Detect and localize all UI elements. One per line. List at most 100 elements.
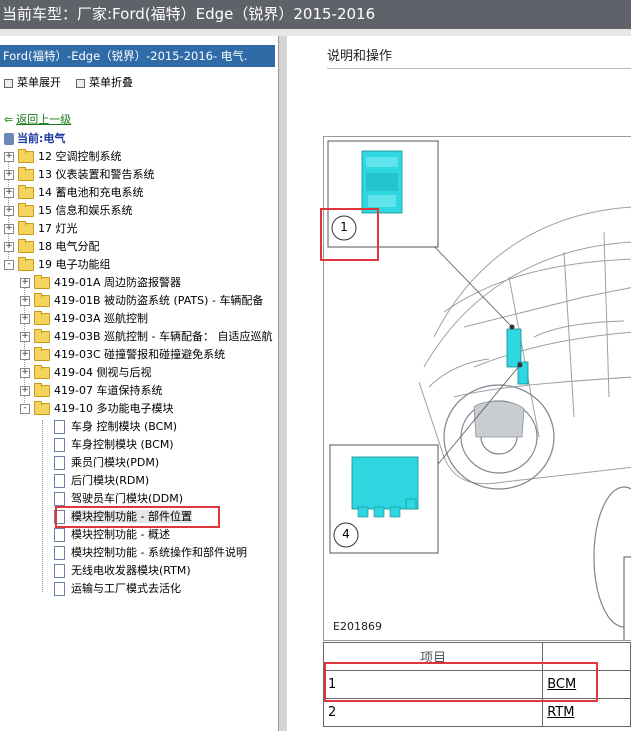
expand-icon[interactable]: + xyxy=(4,170,14,180)
tree-node-label: 419-03A 巡航控制 xyxy=(54,312,148,325)
tree-doc-label: 驾驶员车门模块(DDM) xyxy=(71,492,184,505)
tree-node-label: 18 电气分配 xyxy=(38,240,100,253)
highlight-box xyxy=(55,506,220,528)
expand-icon[interactable]: + xyxy=(4,188,14,198)
tree-node-17[interactable]: +17 灯光 xyxy=(4,220,78,238)
tree-node-label: 13 仪表装置和警告系统 xyxy=(38,168,155,181)
tree-doc-label: 模块控制功能 - 概述 xyxy=(71,528,170,541)
tree-node-419-07[interactable]: +419-07 车道保持系统 xyxy=(20,382,162,400)
tree-doc-bcm-2[interactable]: 车身控制模块 (BCM) xyxy=(54,436,174,454)
tree-node-19[interactable]: - 19 电子功能组 xyxy=(4,256,111,274)
expand-icon[interactable]: + xyxy=(20,368,30,378)
expand-icon[interactable]: + xyxy=(4,224,14,234)
tree-doc-label: 车身控制模块 (BCM) xyxy=(71,438,174,451)
tree-node-419-03b[interactable]: +419-03B 巡航控制 - 车辆配备： 自适应巡航 xyxy=(20,328,272,346)
tree-node-13[interactable]: +13 仪表装置和警告系统 xyxy=(4,166,155,184)
folder-icon xyxy=(34,365,50,379)
menu-expand-button[interactable]: 菜单展开 xyxy=(4,74,61,90)
figure-id: E201869 xyxy=(333,620,382,633)
folder-icon xyxy=(34,383,50,397)
highlight-box-row xyxy=(324,662,598,702)
expand-icon[interactable]: + xyxy=(20,386,30,396)
menu-expand-label: 菜单展开 xyxy=(17,76,61,89)
expand-icon[interactable]: + xyxy=(20,332,30,342)
document-icon xyxy=(54,528,65,542)
folder-icon xyxy=(18,185,34,199)
collapse-icon[interactable]: - xyxy=(20,404,30,414)
document-icon xyxy=(54,492,65,506)
tree-node-label: 419-03C 碰撞警报和碰撞避免系统 xyxy=(54,348,226,361)
expand-icon[interactable]: + xyxy=(4,152,14,162)
tree-doc-label: 后门模块(RDM) xyxy=(71,474,150,487)
menu-collapse-button[interactable]: 菜单折叠 xyxy=(76,74,133,90)
callout-4: 4 xyxy=(342,527,350,541)
tree-node-419-03a[interactable]: +419-03A 巡航控制 xyxy=(20,310,148,328)
window-title: 当前车型：厂家:Ford(福特）Edge（锐界）2015-2016 xyxy=(0,0,631,29)
tree-doc-system-operation[interactable]: 模块控制功能 - 系统操作和部件说明 xyxy=(54,544,247,562)
folder-icon xyxy=(34,311,50,325)
tree-doc-pdm[interactable]: 乘员门模块(PDM) xyxy=(54,454,159,472)
document-icon xyxy=(54,564,65,578)
tree-node-18[interactable]: +18 电气分配 xyxy=(4,238,100,256)
document-icon xyxy=(54,582,65,596)
expand-icon[interactable]: + xyxy=(4,242,14,252)
tree-node-label: 15 信息和娱乐系统 xyxy=(38,204,133,217)
tree-node-419-04[interactable]: +419-04 侧视与后视 xyxy=(20,364,151,382)
folder-icon xyxy=(18,221,34,235)
menu-collapse-label: 菜单折叠 xyxy=(89,76,133,89)
folder-open-icon xyxy=(34,401,50,415)
current-label: 当前:电气 xyxy=(17,132,66,145)
folder-icon xyxy=(18,239,34,253)
tree-doc-label: 模块控制功能 - 系统操作和部件说明 xyxy=(71,546,247,559)
tree-node-15[interactable]: +15 信息和娱乐系统 xyxy=(4,202,133,220)
tree-node-label: 17 灯光 xyxy=(38,222,78,235)
tree-node-label: 12 空调控制系统 xyxy=(38,150,122,163)
current-location: 当前:电气 xyxy=(4,130,65,146)
tree-doc-rtm[interactable]: 无线电收发器模块(RTM) xyxy=(54,562,191,580)
folder-icon xyxy=(34,329,50,343)
document-icon xyxy=(54,546,65,560)
collapse-icon xyxy=(76,78,85,88)
tree-doc-label: 乘员门模块(PDM) xyxy=(71,456,160,469)
content-pane: 说明和操作 1 4 E201869 项目 1 BCM 2 RTM xyxy=(287,36,631,731)
expand-icon[interactable]: + xyxy=(4,206,14,216)
collapse-icon[interactable]: - xyxy=(4,260,14,270)
document-icon xyxy=(54,420,65,434)
tree-doc-transport-mode[interactable]: 运输与工厂模式去活化 xyxy=(54,580,181,598)
expand-icon xyxy=(4,78,13,88)
expand-icon[interactable]: + xyxy=(20,350,30,360)
tree-node-label: 14 蓄电池和充电系统 xyxy=(38,186,144,199)
tree-node-12[interactable]: +12 空调控制系统 xyxy=(4,148,122,166)
component-link-rtm[interactable]: RTM xyxy=(547,705,574,720)
folder-icon xyxy=(34,347,50,361)
tree-node-label: 419-10 多功能电子模块 xyxy=(54,402,174,415)
tree-doc-label: 车身 控制模块 (BCM) xyxy=(71,420,178,433)
tree-node-label: 419-04 侧视与后视 xyxy=(54,366,152,379)
toolbar-strip xyxy=(0,29,631,36)
folder-icon xyxy=(18,149,34,163)
tree-node-419-03c[interactable]: +419-03C 碰撞警报和碰撞避免系统 xyxy=(20,346,225,364)
folder-icon xyxy=(34,275,50,289)
pane-splitter[interactable] xyxy=(278,36,287,731)
tree-node-419-01a[interactable]: +419-01A 周边防盗报警器 xyxy=(20,274,181,292)
tree-doc-label: 无线电收发器模块(RTM) xyxy=(71,564,191,577)
folder-icon xyxy=(18,167,34,181)
expand-icon[interactable]: + xyxy=(20,314,30,324)
tree-guide xyxy=(42,420,43,592)
back-link-label: 返回上一级 xyxy=(16,113,72,126)
tree-doc-bcm-1[interactable]: 车身 控制模块 (BCM) xyxy=(54,418,177,436)
expand-icon[interactable]: + xyxy=(20,278,30,288)
back-arrow-icon: ⇐ xyxy=(4,113,14,126)
tree-doc-label: 运输与工厂模式去活化 xyxy=(71,582,181,595)
tree-doc-rdm[interactable]: 后门模块(RDM) xyxy=(54,472,149,490)
computer-icon xyxy=(4,133,14,145)
back-link[interactable]: ⇐ 返回上一级 xyxy=(4,111,71,127)
tree-node-label: 419-01A 周边防盗报警器 xyxy=(54,276,181,289)
table-cell-name: RTM xyxy=(542,698,631,727)
tree-node-419-10[interactable]: - 419-10 多功能电子模块 xyxy=(20,400,173,418)
tree-doc-overview[interactable]: 模块控制功能 - 概述 xyxy=(54,526,170,544)
tree-node-419-01b[interactable]: +419-01B 被动防盗系统 (PATS) - 车辆配备 xyxy=(20,292,263,310)
expand-icon[interactable]: + xyxy=(20,296,30,306)
folder-icon xyxy=(18,203,34,217)
tree-node-14[interactable]: +14 蓄电池和充电系统 xyxy=(4,184,144,202)
